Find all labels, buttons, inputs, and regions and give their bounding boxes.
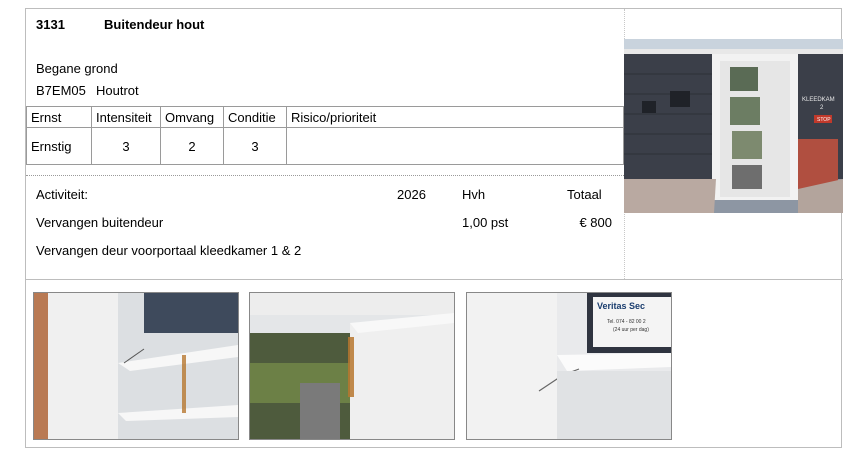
defect-label: Houtrot	[96, 83, 139, 98]
header-intensiteit: Intensiteit	[91, 106, 161, 128]
detail-photo-2-image	[250, 293, 454, 439]
value-intensiteit: 3	[91, 127, 161, 165]
sign-small-text: STOP	[817, 117, 831, 123]
activity-amount: € 800	[579, 215, 612, 230]
item-title: Buitendeur hout	[104, 17, 205, 32]
floor-label: Begane grond	[36, 61, 118, 76]
element-code: B7EM05	[36, 83, 86, 98]
activity-year: 2026	[397, 187, 426, 202]
inspection-sheet: 3131 Buitendeur hout Begane grond B7EM05…	[25, 8, 843, 448]
condition-value-row: Ernstig 3 2 3	[26, 127, 624, 165]
sticker-tel: Tel. 074 - 82 00 2	[607, 319, 646, 325]
detail-photo-3: Veritas Sec Tel. 074 - 82 00 2 (24 uur p…	[466, 292, 672, 440]
sticker-brand: Veritas Sec	[597, 301, 645, 311]
door-photo-image: KLEEDKAM 2 STOP	[624, 39, 843, 213]
sticker-note: (24 uur per dag)	[613, 327, 649, 333]
section-divider	[26, 279, 843, 280]
activity-description: Vervangen buitendeur	[36, 215, 164, 230]
header-ernst: Ernst	[26, 106, 92, 128]
value-conditie: 3	[223, 127, 287, 165]
activity-note: Vervangen deur voorportaal kleedkamer 1 …	[36, 243, 302, 258]
detail-photo-2	[249, 292, 455, 440]
header-conditie: Conditie	[223, 106, 287, 128]
condition-header-row: Ernst Intensiteit Omvang Conditie Risico…	[26, 106, 624, 128]
value-risico	[286, 127, 624, 165]
item-code: 3131	[36, 17, 65, 32]
sign-text-line1: KLEEDKAM	[802, 97, 835, 103]
activity-quantity: 1,00 pst	[462, 215, 509, 230]
detail-photo-1	[33, 292, 239, 440]
item-details: 3131 Buitendeur hout Begane grond B7EM05…	[26, 9, 625, 279]
value-ernst: Ernstig	[26, 127, 92, 165]
condition-table: Ernst Intensiteit Omvang Conditie Risico…	[26, 106, 624, 165]
detail-photo-3-image: Veritas Sec Tel. 074 - 82 00 2 (24 uur p…	[467, 293, 671, 439]
activity-label: Activiteit:	[36, 187, 89, 202]
main-photo: KLEEDKAM 2 STOP	[624, 39, 843, 213]
header-risico: Risico/prioriteit	[286, 106, 624, 128]
activity-total-label: Totaal	[567, 187, 602, 202]
dotted-separator	[26, 175, 624, 176]
activity-qty-label: Hvh	[462, 187, 486, 202]
header-omvang: Omvang	[160, 106, 224, 128]
value-omvang: 2	[160, 127, 224, 165]
detail-photo-1-image	[34, 293, 238, 439]
